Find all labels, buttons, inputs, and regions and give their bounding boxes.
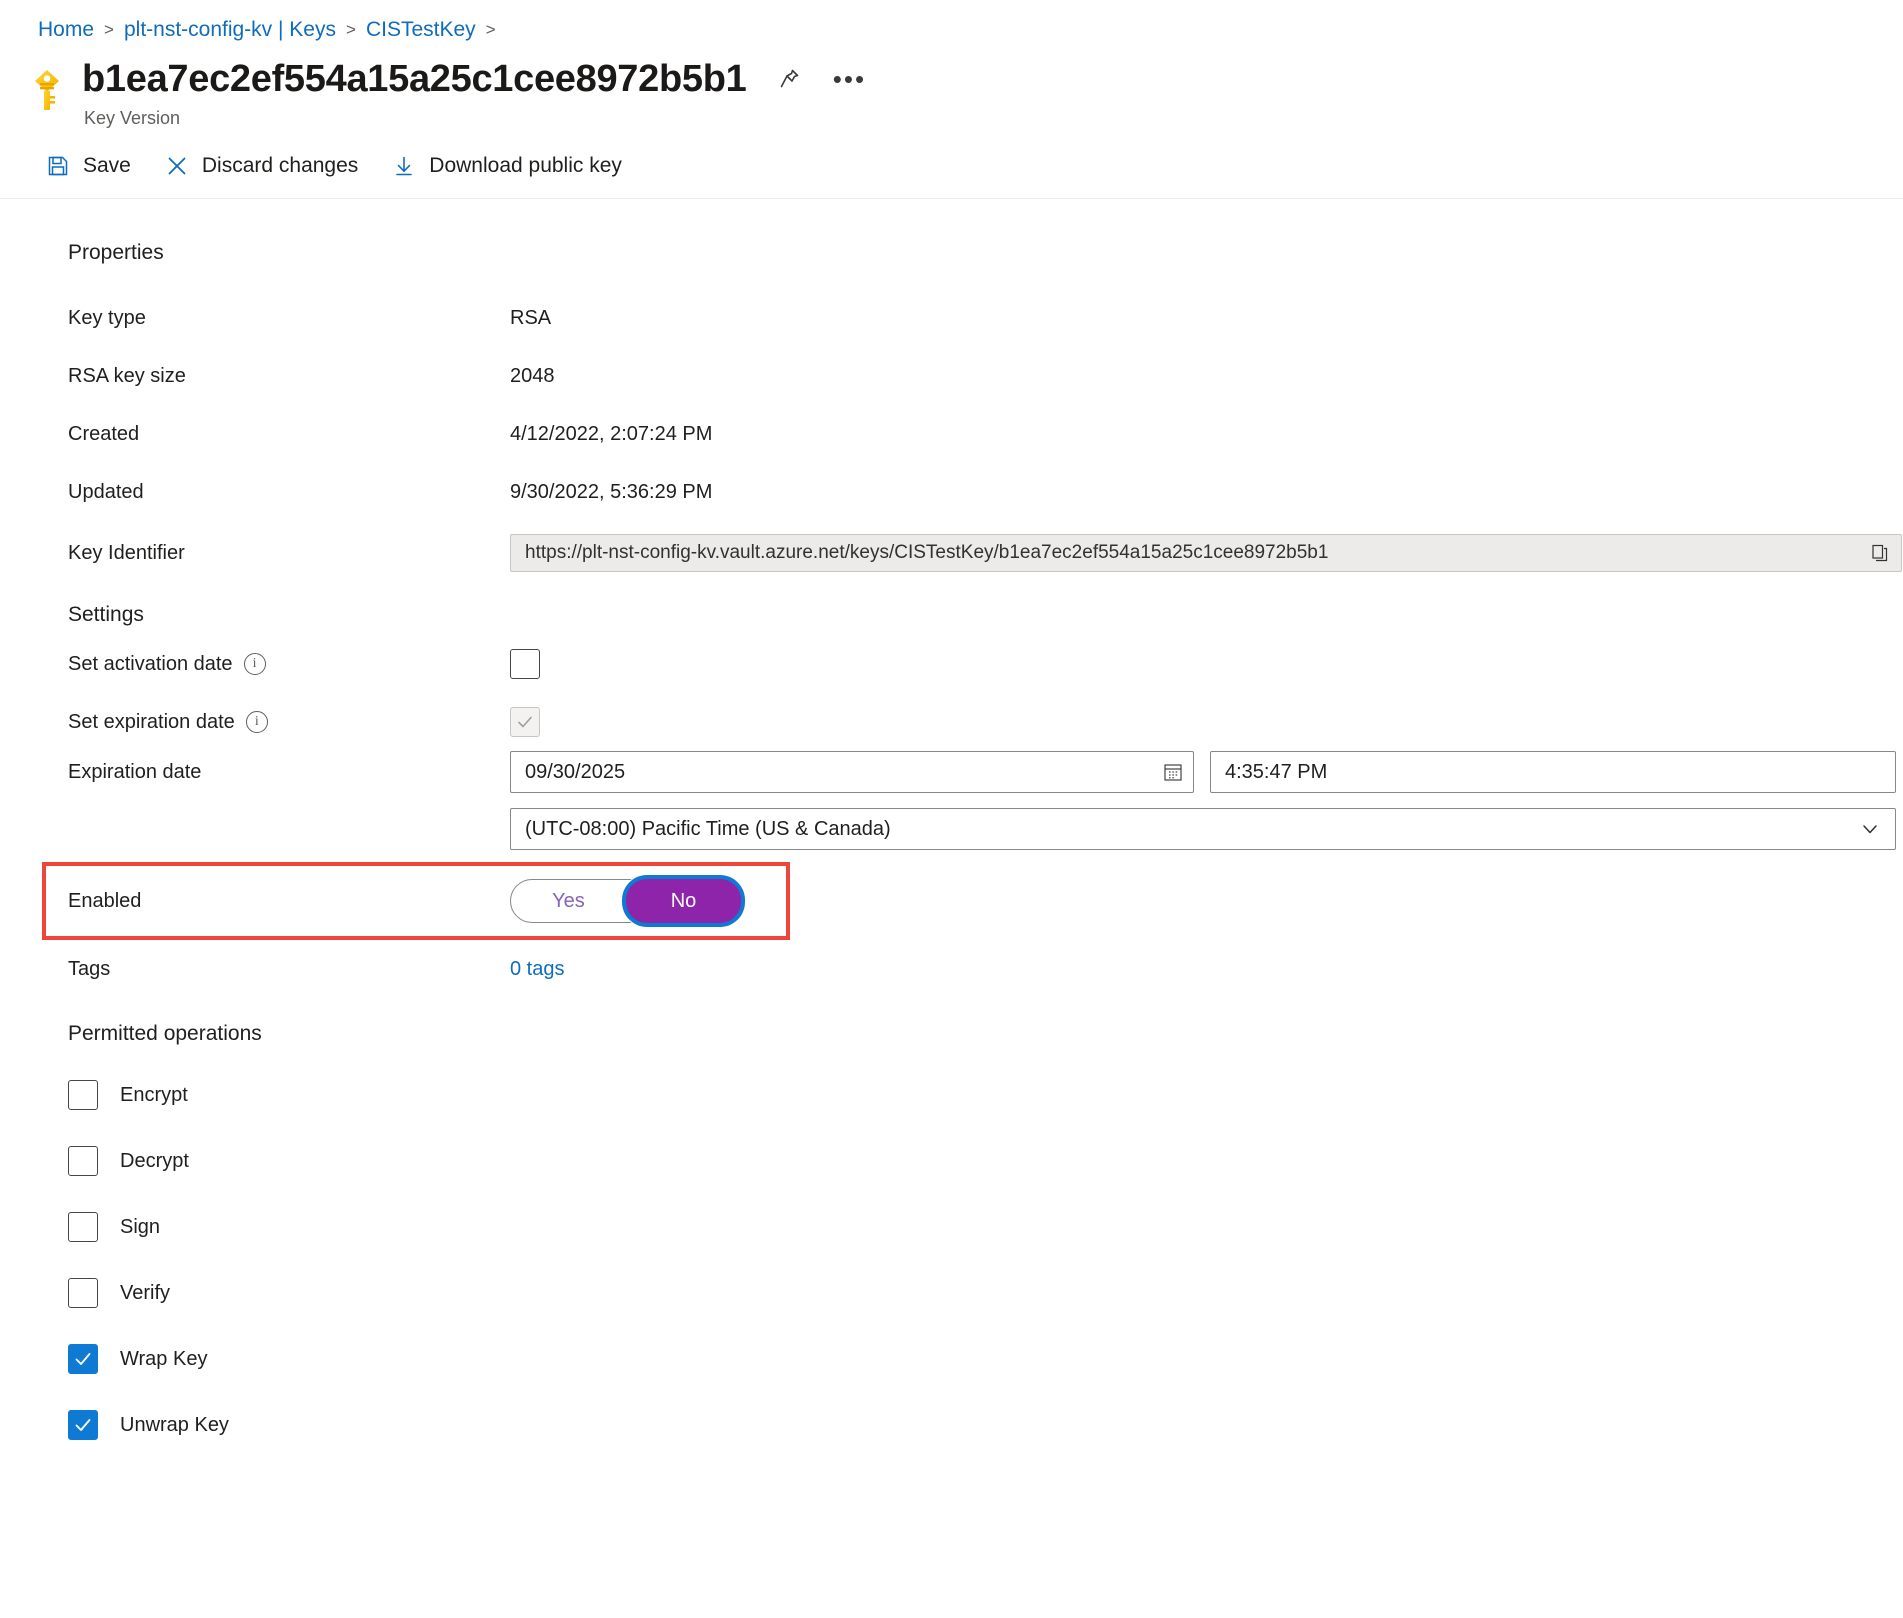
wrap-key-label: Wrap Key xyxy=(120,1347,208,1370)
command-bar: Save Discard changes Download public key xyxy=(0,140,1903,192)
expiration-time-input[interactable]: 4:35:47 PM xyxy=(1210,751,1896,793)
copy-icon[interactable] xyxy=(1865,538,1895,568)
set-activation-date-checkbox[interactable] xyxy=(510,649,540,679)
tags-label: Tags xyxy=(68,957,111,980)
row-set-expiration-date: Set expiration date i xyxy=(0,693,1903,751)
page-subtitle: Key Version xyxy=(84,108,181,128)
decrypt-label: Decrypt xyxy=(120,1149,189,1172)
timezone-value: (UTC-08:00) Pacific Time (US & Canada) xyxy=(525,817,891,840)
row-updated: Updated 9/30/2022, 5:36:29 PM xyxy=(0,463,1903,521)
chevron-down-icon xyxy=(1859,818,1881,840)
permitted-operation-row: Encrypt xyxy=(0,1062,1903,1128)
info-icon[interactable]: i xyxy=(243,653,266,675)
breadcrumb-item-cistestkey[interactable]: CISTestKey xyxy=(366,17,476,43)
created-value: 4/12/2022, 2:07:24 PM xyxy=(510,422,713,445)
discard-changes-button[interactable]: Discard changes xyxy=(161,146,370,186)
info-icon[interactable]: i xyxy=(245,711,268,733)
key-identifier-label: Key Identifier xyxy=(68,541,185,564)
permitted-operation-row: Wrap Key xyxy=(0,1326,1903,1392)
encrypt-label: Encrypt xyxy=(120,1083,188,1106)
sign-label: Sign xyxy=(120,1215,161,1238)
row-enabled: Enabled Yes No xyxy=(0,862,1903,940)
enabled-toggle-no[interactable]: No xyxy=(626,879,741,923)
expiration-time-value: 4:35:47 PM xyxy=(1225,760,1328,783)
breadcrumb-item-keyvault-keys[interactable]: plt-nst-config-kv | Keys xyxy=(124,17,336,43)
updated-label: Updated xyxy=(68,480,144,503)
row-tags: Tags 0 tags xyxy=(0,940,1903,998)
unwrap-key-label: Unwrap Key xyxy=(120,1413,229,1436)
row-expiration-date: Expiration date 09/30/2025 4:35:47 PM (U… xyxy=(0,751,1903,850)
enabled-label: Enabled xyxy=(68,889,142,912)
pin-icon[interactable] xyxy=(772,62,806,96)
enabled-toggle[interactable]: Yes No xyxy=(510,879,742,923)
breadcrumb-separator: > xyxy=(485,20,496,39)
download-arrow-icon xyxy=(390,152,418,180)
row-set-activation-date: Set activation date i xyxy=(0,635,1903,693)
permitted-operations-heading: Permitted operations xyxy=(68,1022,262,1045)
wrap-key-checkbox[interactable] xyxy=(68,1344,98,1374)
rsa-key-size-value: 2048 xyxy=(510,364,555,387)
download-public-key-button[interactable]: Download public key xyxy=(388,146,634,186)
properties-heading: Properties xyxy=(68,241,164,264)
row-rsa-key-size: RSA key size 2048 xyxy=(0,347,1903,405)
tags-link[interactable]: 0 tags xyxy=(510,958,564,981)
key-properties-form: Properties Key type RSA RSA key size 204… xyxy=(0,199,1903,1458)
breadcrumb-item-home[interactable]: Home xyxy=(38,17,94,43)
sign-checkbox[interactable] xyxy=(68,1212,98,1242)
row-key-identifier: Key Identifier https://plt-nst-config-kv… xyxy=(0,521,1903,585)
set-expiration-date-checkbox[interactable] xyxy=(510,707,540,737)
set-expiration-date-label: Set expiration date i xyxy=(68,711,510,734)
save-icon xyxy=(44,152,72,180)
key-type-label: Key type xyxy=(68,306,146,329)
row-created: Created 4/12/2022, 2:07:24 PM xyxy=(0,405,1903,463)
discard-changes-label: Discard changes xyxy=(201,154,359,177)
page-header: b1ea7ec2ef554a15a25c1cee8972b5b1 ••• Key… xyxy=(0,44,1903,130)
key-type-value: RSA xyxy=(510,306,552,329)
save-button[interactable]: Save xyxy=(42,146,143,186)
enabled-section: Enabled Yes No xyxy=(0,862,1903,940)
set-expiration-date-text: Set expiration date xyxy=(68,710,235,733)
settings-heading: Settings xyxy=(68,603,144,626)
created-label: Created xyxy=(68,422,140,445)
breadcrumb: Home > plt-nst-config-kv | Keys > CISTes… xyxy=(0,0,1903,44)
timezone-select[interactable]: (UTC-08:00) Pacific Time (US & Canada) xyxy=(510,808,1896,850)
permitted-operation-row: Sign xyxy=(0,1194,1903,1260)
set-activation-date-label: Set activation date i xyxy=(68,653,510,676)
expiration-date-value: 09/30/2025 xyxy=(525,760,626,783)
permitted-operation-row: Verify xyxy=(0,1260,1903,1326)
encrypt-checkbox[interactable] xyxy=(68,1080,98,1110)
enabled-toggle-yes[interactable]: Yes xyxy=(511,879,626,923)
row-key-type: Key type RSA xyxy=(0,289,1903,347)
rsa-key-size-label: RSA key size xyxy=(68,364,186,387)
expiration-date-input[interactable]: 09/30/2025 xyxy=(510,751,1194,793)
updated-value: 9/30/2022, 5:36:29 PM xyxy=(510,480,713,503)
verify-label: Verify xyxy=(120,1281,171,1304)
key-identifier-field[interactable]: https://plt-nst-config-kv.vault.azure.ne… xyxy=(510,534,1902,572)
ellipsis-label: ••• xyxy=(832,64,867,94)
permitted-operation-row: Unwrap Key xyxy=(0,1392,1903,1458)
permitted-operation-row: Decrypt xyxy=(0,1128,1903,1194)
calendar-icon[interactable] xyxy=(1157,756,1189,788)
close-x-icon xyxy=(163,152,191,180)
breadcrumb-separator: > xyxy=(346,20,356,39)
unwrap-key-checkbox[interactable] xyxy=(68,1410,98,1440)
verify-checkbox[interactable] xyxy=(68,1278,98,1308)
key-icon xyxy=(26,66,68,114)
save-label: Save xyxy=(83,154,131,177)
ellipsis-icon[interactable]: ••• xyxy=(832,62,866,96)
breadcrumb-separator: > xyxy=(104,20,114,39)
page-title: b1ea7ec2ef554a15a25c1cee8972b5b1 xyxy=(82,58,747,100)
set-activation-date-text: Set activation date xyxy=(68,652,233,675)
decrypt-checkbox[interactable] xyxy=(68,1146,98,1176)
expiration-date-label: Expiration date xyxy=(68,761,202,783)
download-public-key-label: Download public key xyxy=(429,154,622,177)
key-identifier-value: https://plt-nst-config-kv.vault.azure.ne… xyxy=(525,542,1329,563)
